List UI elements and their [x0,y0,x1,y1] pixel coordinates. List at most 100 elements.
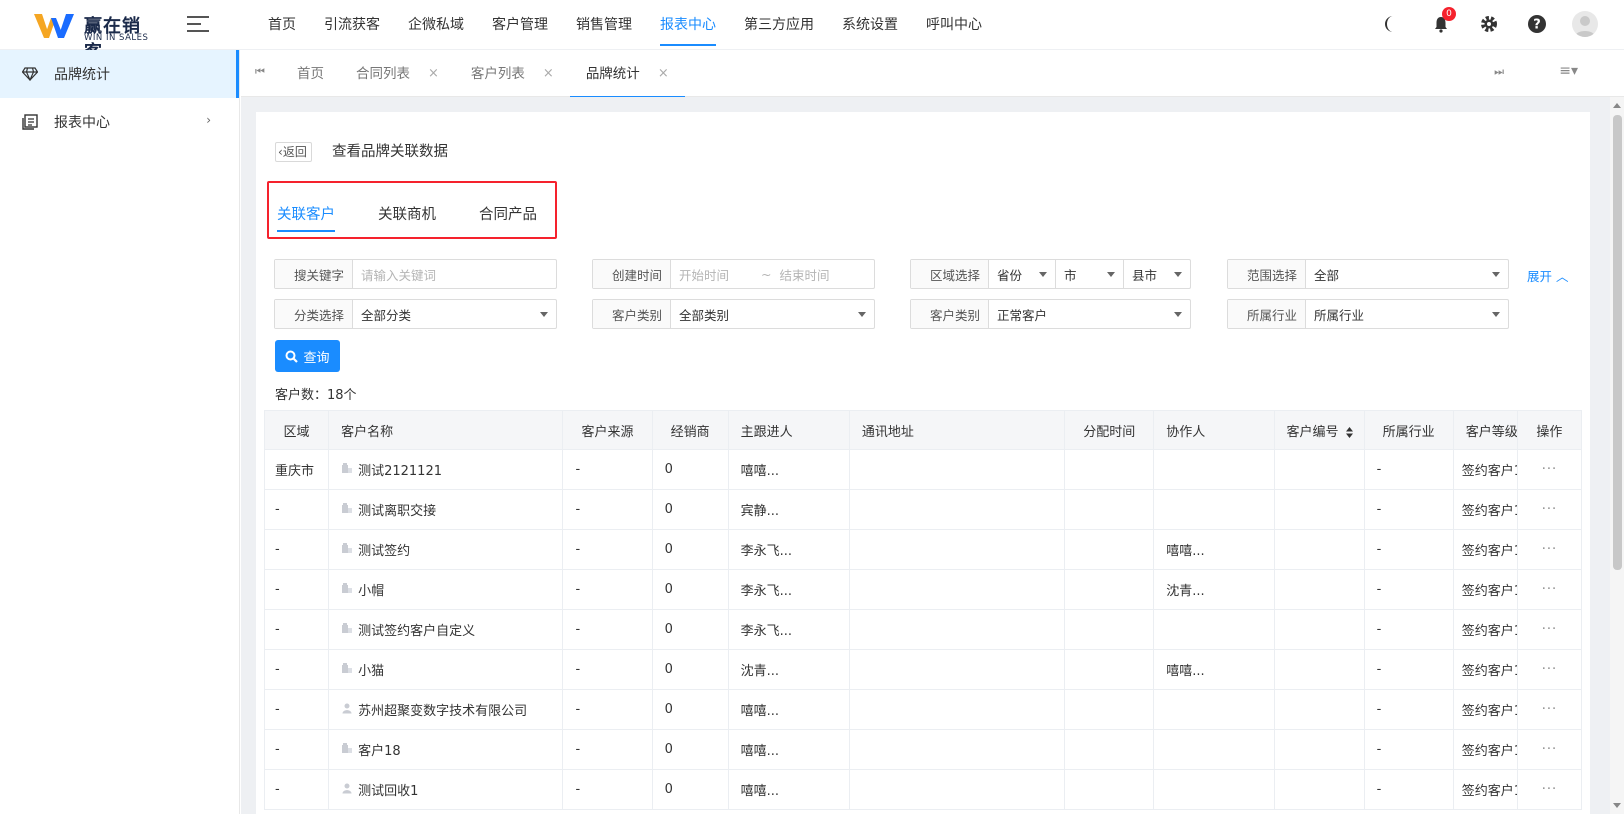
more-actions-icon[interactable]: ··· [1516,769,1583,810]
table-row[interactable]: - 测试签约客户自定义 -0 李永飞... - 签约客户1 ··· [263,609,1583,650]
category-filter: 分类选择 全部分类 [274,299,557,329]
category-label: 分类选择 [275,300,353,328]
cell-assign-time [1064,489,1155,530]
sort-icon[interactable] [1345,426,1353,438]
cell-customer-name[interactable]: 苏州超聚变数字技术有限公司 [328,689,564,730]
close-icon[interactable]: × [543,51,554,97]
more-actions-icon[interactable]: ··· [1516,609,1583,650]
cell-customer-name[interactable]: 测试签约客户自定义 [328,609,564,650]
query-button[interactable]: 查询 [275,340,340,372]
scroll-up-icon[interactable] [1613,103,1621,108]
building-icon [341,582,353,598]
scroll-down-icon[interactable] [1613,803,1621,808]
sidebar-item-brand-stats[interactable]: 品牌统计 [0,50,239,98]
scroll-thumb[interactable] [1613,115,1622,570]
table-row[interactable]: - 客户18-0 嘻嘻... - 签约客户1 ··· [263,729,1583,770]
cell-customer-name[interactable]: 测试签约 [328,529,564,570]
expand-toggle[interactable]: 展开 ︿ [1527,266,1569,285]
caret-down-icon [1492,312,1500,317]
top-icons: 0 ? [1380,7,1598,37]
more-actions-icon[interactable]: ··· [1516,529,1583,570]
brand-logo[interactable]: 赢在销客 WIN IN SALES [34,12,159,63]
settings-gear-icon[interactable] [1476,11,1502,37]
cell-level: 签约客户1 [1452,609,1518,650]
cell-customer-name[interactable]: 测试离职交接 [328,489,564,530]
subtab-contract-products[interactable]: 合同产品 [479,203,537,224]
close-icon[interactable]: × [658,51,669,97]
tab-home[interactable]: 首页 [281,50,340,97]
close-icon[interactable]: × [428,51,439,97]
category-select[interactable]: 全部分类 [353,300,556,328]
nav-sales-management[interactable]: 销售管理 [562,0,646,50]
cell-collaborator [1153,729,1276,770]
date-range-input[interactable]: 开始时间 ~ 结束时间 [671,260,874,288]
province-select[interactable]: 省份 [989,260,1056,288]
customer-type-select-2[interactable]: 正常客户 [989,300,1190,328]
nav-wecom-private[interactable]: 企微私域 [394,0,478,50]
nav-home[interactable]: 首页 [254,0,310,50]
menu-toggle-icon[interactable] [187,16,209,34]
table-row[interactable]: - 测试签约 -0 李永飞... 嘻嘻... - 签约客户1 ··· [263,529,1583,570]
table-row[interactable]: 重庆市 测试2121121-0 嘻嘻... - 签约客户1 ··· [263,449,1583,490]
subtab-related-opportunities[interactable]: 关联商机 [378,203,436,224]
tabs-first-icon[interactable]: ⏮ [255,65,265,79]
page-title: 查看品牌关联数据 [332,144,448,160]
nav-system-settings[interactable]: 系统设置 [828,0,912,50]
nav-lead-acquisition[interactable]: 引流获客 [310,0,394,50]
sidebar-item-report-center[interactable]: 报表中心 › [0,98,239,146]
subtab-related-customers[interactable]: 关联客户 [277,203,335,232]
nav-call-center[interactable]: 呼叫中心 [912,0,996,50]
cell-dealer: 0 [651,529,729,570]
city-select[interactable]: 市 [1056,260,1124,288]
cell-customer-name[interactable]: 测试2121121 [328,449,564,490]
notification-bell-icon[interactable]: 0 [1428,7,1456,37]
table-row[interactable]: - 测试回收1-0 嘻嘻... - 签约客户1 ··· [263,769,1583,810]
tabs-menu-icon[interactable]: ≡▾ [1559,63,1578,79]
more-actions-icon[interactable]: ··· [1516,449,1583,490]
cell-customer-name[interactable]: 测试回收1 [328,769,564,810]
more-actions-icon[interactable]: ··· [1516,689,1583,730]
table-row[interactable]: - 小猫 -0 沈青... 嘻嘻... - 签约客户1 ··· [263,649,1583,690]
cell-region: - [263,729,330,770]
scope-select[interactable]: 全部 [1306,260,1508,288]
more-actions-icon[interactable]: ··· [1516,729,1583,770]
table-row[interactable]: - 测试离职交接 -0 宾静... - 签约客户1 ··· [263,489,1583,530]
created-time-label: 创建时间 [593,260,671,288]
tab-brand-stats[interactable]: 品牌统计 × [569,50,685,98]
help-icon[interactable]: ? [1524,11,1550,37]
tab-customer-list[interactable]: 客户列表 × [455,50,570,97]
keyword-label: 搜关键字 [275,260,353,288]
dark-mode-icon[interactable] [1380,11,1406,37]
cell-customer-name[interactable]: 客户18 [328,729,564,770]
nav-customer-management[interactable]: 客户管理 [478,0,562,50]
customer-type-select-1[interactable]: 全部类别 [671,300,874,328]
cell-address [848,449,1066,490]
customer-name-text: 客户18 [358,744,401,759]
keyword-input[interactable]: 请输入关键词 [353,260,556,288]
more-actions-icon[interactable]: ··· [1516,569,1583,610]
top-nav: 首页 引流获客 企微私域 客户管理 销售管理 报表中心 第三方应用 系统设置 呼… [254,0,996,50]
customer-type-filter-1: 客户类别 全部类别 [592,299,875,329]
table-row[interactable]: - 苏州超聚变数字技术有限公司 -0 嘻嘻... - 签约客户1 ··· [263,689,1583,730]
col-industry: 所属行业 [1363,410,1454,450]
table-row[interactable]: - 小帽 -0 李永飞... 沈青... - 签约客户1 ··· [263,569,1583,610]
cell-customer-name[interactable]: 小帽 [328,569,564,610]
tabs-last-icon[interactable]: ⏭ [1494,65,1504,79]
cell-owner: 李永飞... [727,529,850,570]
county-select[interactable]: 县市 [1124,260,1190,288]
back-button[interactable]: ‹返回 [275,142,312,162]
page-scrollbar[interactable] [1610,97,1624,814]
user-avatar[interactable] [1572,11,1598,37]
more-actions-icon[interactable]: ··· [1516,489,1583,530]
logo-mark-icon [34,14,74,38]
nav-report-center[interactable]: 报表中心 [646,0,730,50]
cell-customer-name[interactable]: 小猫 [328,649,564,690]
more-actions-icon[interactable]: ··· [1516,649,1583,690]
tab-contract-list[interactable]: 合同列表 × [340,50,455,97]
col-customer-code[interactable]: 客户编号 [1274,410,1365,450]
cell-source: - [562,649,653,690]
industry-select[interactable]: 所属行业 [1306,300,1508,328]
cell-source: - [562,569,653,610]
cell-collaborator [1153,609,1276,650]
nav-third-party-apps[interactable]: 第三方应用 [730,0,828,50]
